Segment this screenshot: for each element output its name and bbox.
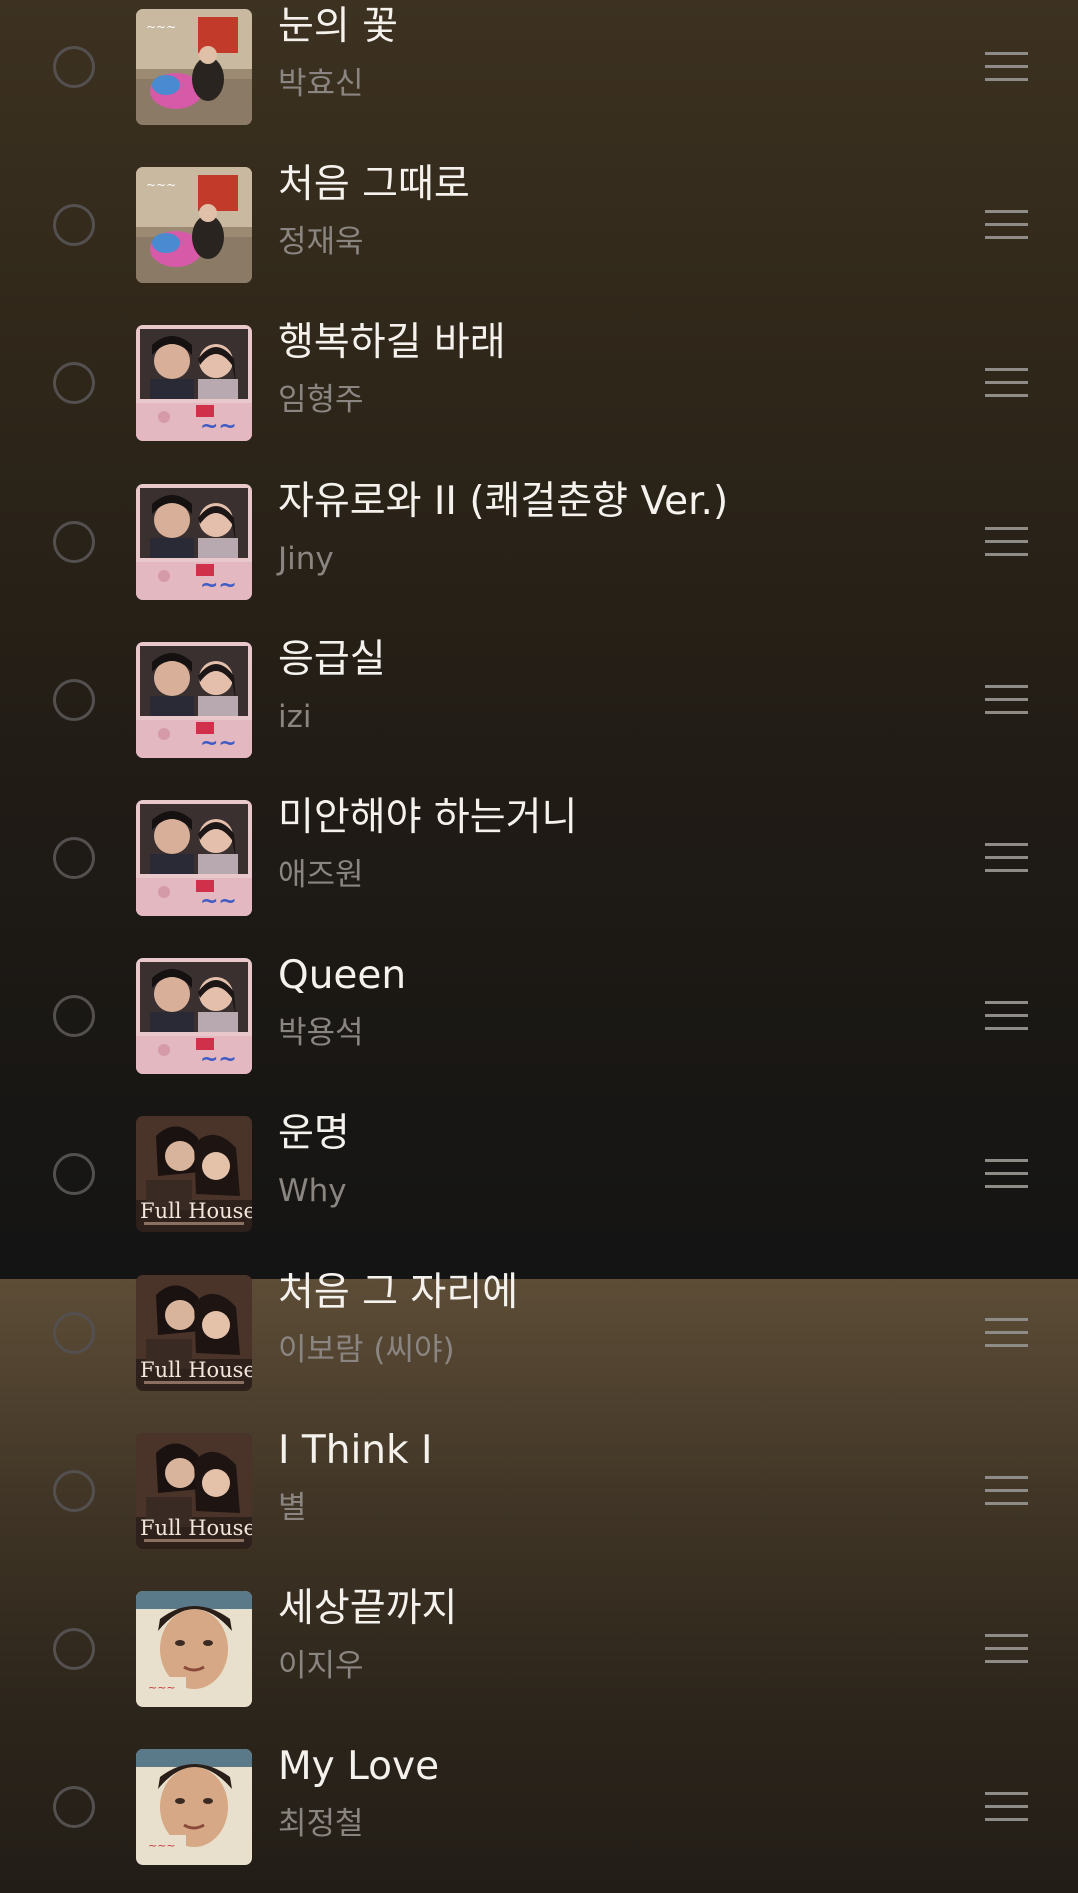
svg-text:~~: ~~: [200, 414, 237, 439]
song-artist: 정재욱: [278, 224, 364, 260]
song-artist: Why: [278, 1173, 347, 1209]
song-title: 자유로와 II (쾌걸춘향 Ver.): [278, 479, 729, 524]
drag-handle-icon[interactable]: [985, 1316, 1028, 1350]
song-artist: Jiny: [278, 541, 334, 577]
select-radio-icon[interactable]: [53, 1786, 95, 1828]
drag-handle-icon[interactable]: [985, 1632, 1028, 1666]
playlist-row[interactable]: Full House 처음 그 자리에이보람 (씨야): [0, 1254, 1078, 1412]
song-artist: izi: [278, 699, 312, 735]
song-title: 눈의 꽃: [278, 4, 399, 49]
album-art-thumbnail: Full House: [136, 1275, 252, 1391]
playlist-row[interactable]: Full House 운명 Why: [0, 1095, 1078, 1253]
select-radio-icon[interactable]: [53, 362, 95, 404]
playlist-row[interactable]: Full House I Think I 별: [0, 1412, 1078, 1570]
playlist-row[interactable]: ~~ 응급실 izi: [0, 621, 1078, 779]
svg-text:~~~: ~~~: [146, 20, 176, 34]
drag-handle-icon[interactable]: [985, 1474, 1028, 1508]
drag-handle-icon[interactable]: [985, 999, 1028, 1033]
playlist-row[interactable]: ~~ 미안해야 하는거니애즈원: [0, 779, 1078, 937]
album-art-thumbnail: ~~~: [136, 167, 252, 283]
select-radio-icon[interactable]: [53, 995, 95, 1037]
song-title: 처음 그 자리에: [278, 1270, 519, 1315]
svg-text:~~~: ~~~: [146, 178, 176, 192]
select-radio-icon[interactable]: [53, 679, 95, 721]
song-artist: 최정철: [278, 1806, 364, 1842]
song-title: 세상끝까지: [278, 1586, 458, 1631]
album-art-thumbnail: Full House: [136, 1116, 252, 1232]
song-title: 운명: [278, 1111, 350, 1156]
song-title: 행복하길 바래: [278, 320, 506, 365]
drag-handle-icon[interactable]: [985, 683, 1028, 717]
album-art-thumbnail: ~~~: [136, 9, 252, 125]
svg-text:~~: ~~: [200, 889, 237, 914]
song-title: My Love: [278, 1744, 440, 1789]
song-title: I Think I: [278, 1428, 433, 1473]
song-artist: 이지우: [278, 1648, 364, 1684]
select-radio-icon[interactable]: [53, 46, 95, 88]
select-radio-icon[interactable]: [53, 837, 95, 879]
song-artist: 박효신: [278, 66, 364, 102]
album-art-thumbnail: ~~: [136, 800, 252, 916]
playlist-row[interactable]: ~~ Queen 박용석: [0, 937, 1078, 1095]
drag-handle-icon[interactable]: [985, 1157, 1028, 1191]
song-artist: 임형주: [278, 382, 364, 418]
drag-handle-icon[interactable]: [985, 1790, 1028, 1824]
song-artist: 애즈원: [278, 857, 364, 893]
drag-handle-icon[interactable]: [985, 208, 1028, 242]
playlist-row[interactable]: ~~ 행복하길 바래임형주: [0, 304, 1078, 462]
album-art-thumbnail: ~~: [136, 642, 252, 758]
drag-handle-icon[interactable]: [985, 525, 1028, 559]
drag-handle-icon[interactable]: [985, 366, 1028, 400]
album-art-thumbnail: Full House: [136, 1433, 252, 1549]
song-title: 미안해야 하는거니: [278, 795, 578, 840]
playlist-row[interactable]: ~~~ 처음 그때로정재욱: [0, 146, 1078, 304]
album-art-thumbnail: ~~: [136, 325, 252, 441]
album-art-thumbnail: ~~~: [136, 1591, 252, 1707]
select-radio-icon[interactable]: [53, 1470, 95, 1512]
select-radio-icon[interactable]: [53, 204, 95, 246]
song-title: 처음 그때로: [278, 162, 470, 207]
playlist-row[interactable]: ~~~ 세상끝까지이지우: [0, 1570, 1078, 1728]
song-title: Queen: [278, 953, 407, 998]
drag-handle-icon[interactable]: [985, 50, 1028, 84]
select-radio-icon[interactable]: [53, 1312, 95, 1354]
album-art-title-text: Full House: [140, 1516, 252, 1540]
song-artist: 박용석: [278, 1015, 364, 1051]
album-art-thumbnail: ~~: [136, 958, 252, 1074]
album-art-title-text: Full House: [140, 1358, 252, 1382]
album-art-title-text: Full House: [140, 1199, 252, 1223]
svg-text:~~: ~~: [200, 573, 237, 598]
playlist-row[interactable]: ~~~ 눈의 꽃박효신: [0, 0, 1078, 146]
select-radio-icon[interactable]: [53, 1153, 95, 1195]
album-art-thumbnail: ~~: [136, 484, 252, 600]
select-radio-icon[interactable]: [53, 1628, 95, 1670]
album-art-thumbnail: ~~~: [136, 1749, 252, 1865]
song-title: 응급실: [278, 637, 386, 682]
playlist-row[interactable]: ~~~ My Love 최정철: [0, 1728, 1078, 1886]
select-radio-icon[interactable]: [53, 521, 95, 563]
svg-text:~~~: ~~~: [148, 1839, 176, 1852]
song-artist: 이보람 (씨야): [278, 1332, 455, 1368]
drag-handle-icon[interactable]: [985, 841, 1028, 875]
svg-text:~~: ~~: [200, 731, 237, 756]
playlist: ~~~ 눈의 꽃박효신 ~~~ 처음 그때로정재욱 ~~ 행복하길 바래임형주 ~~ 자유로와…: [0, 0, 1078, 1893]
playlist-row[interactable]: ~~ 자유로와 II (쾌걸춘향 Ver.) Jiny: [0, 463, 1078, 621]
svg-text:~~~: ~~~: [148, 1681, 176, 1694]
svg-text:~~: ~~: [200, 1047, 237, 1072]
song-artist: 별: [278, 1490, 307, 1526]
